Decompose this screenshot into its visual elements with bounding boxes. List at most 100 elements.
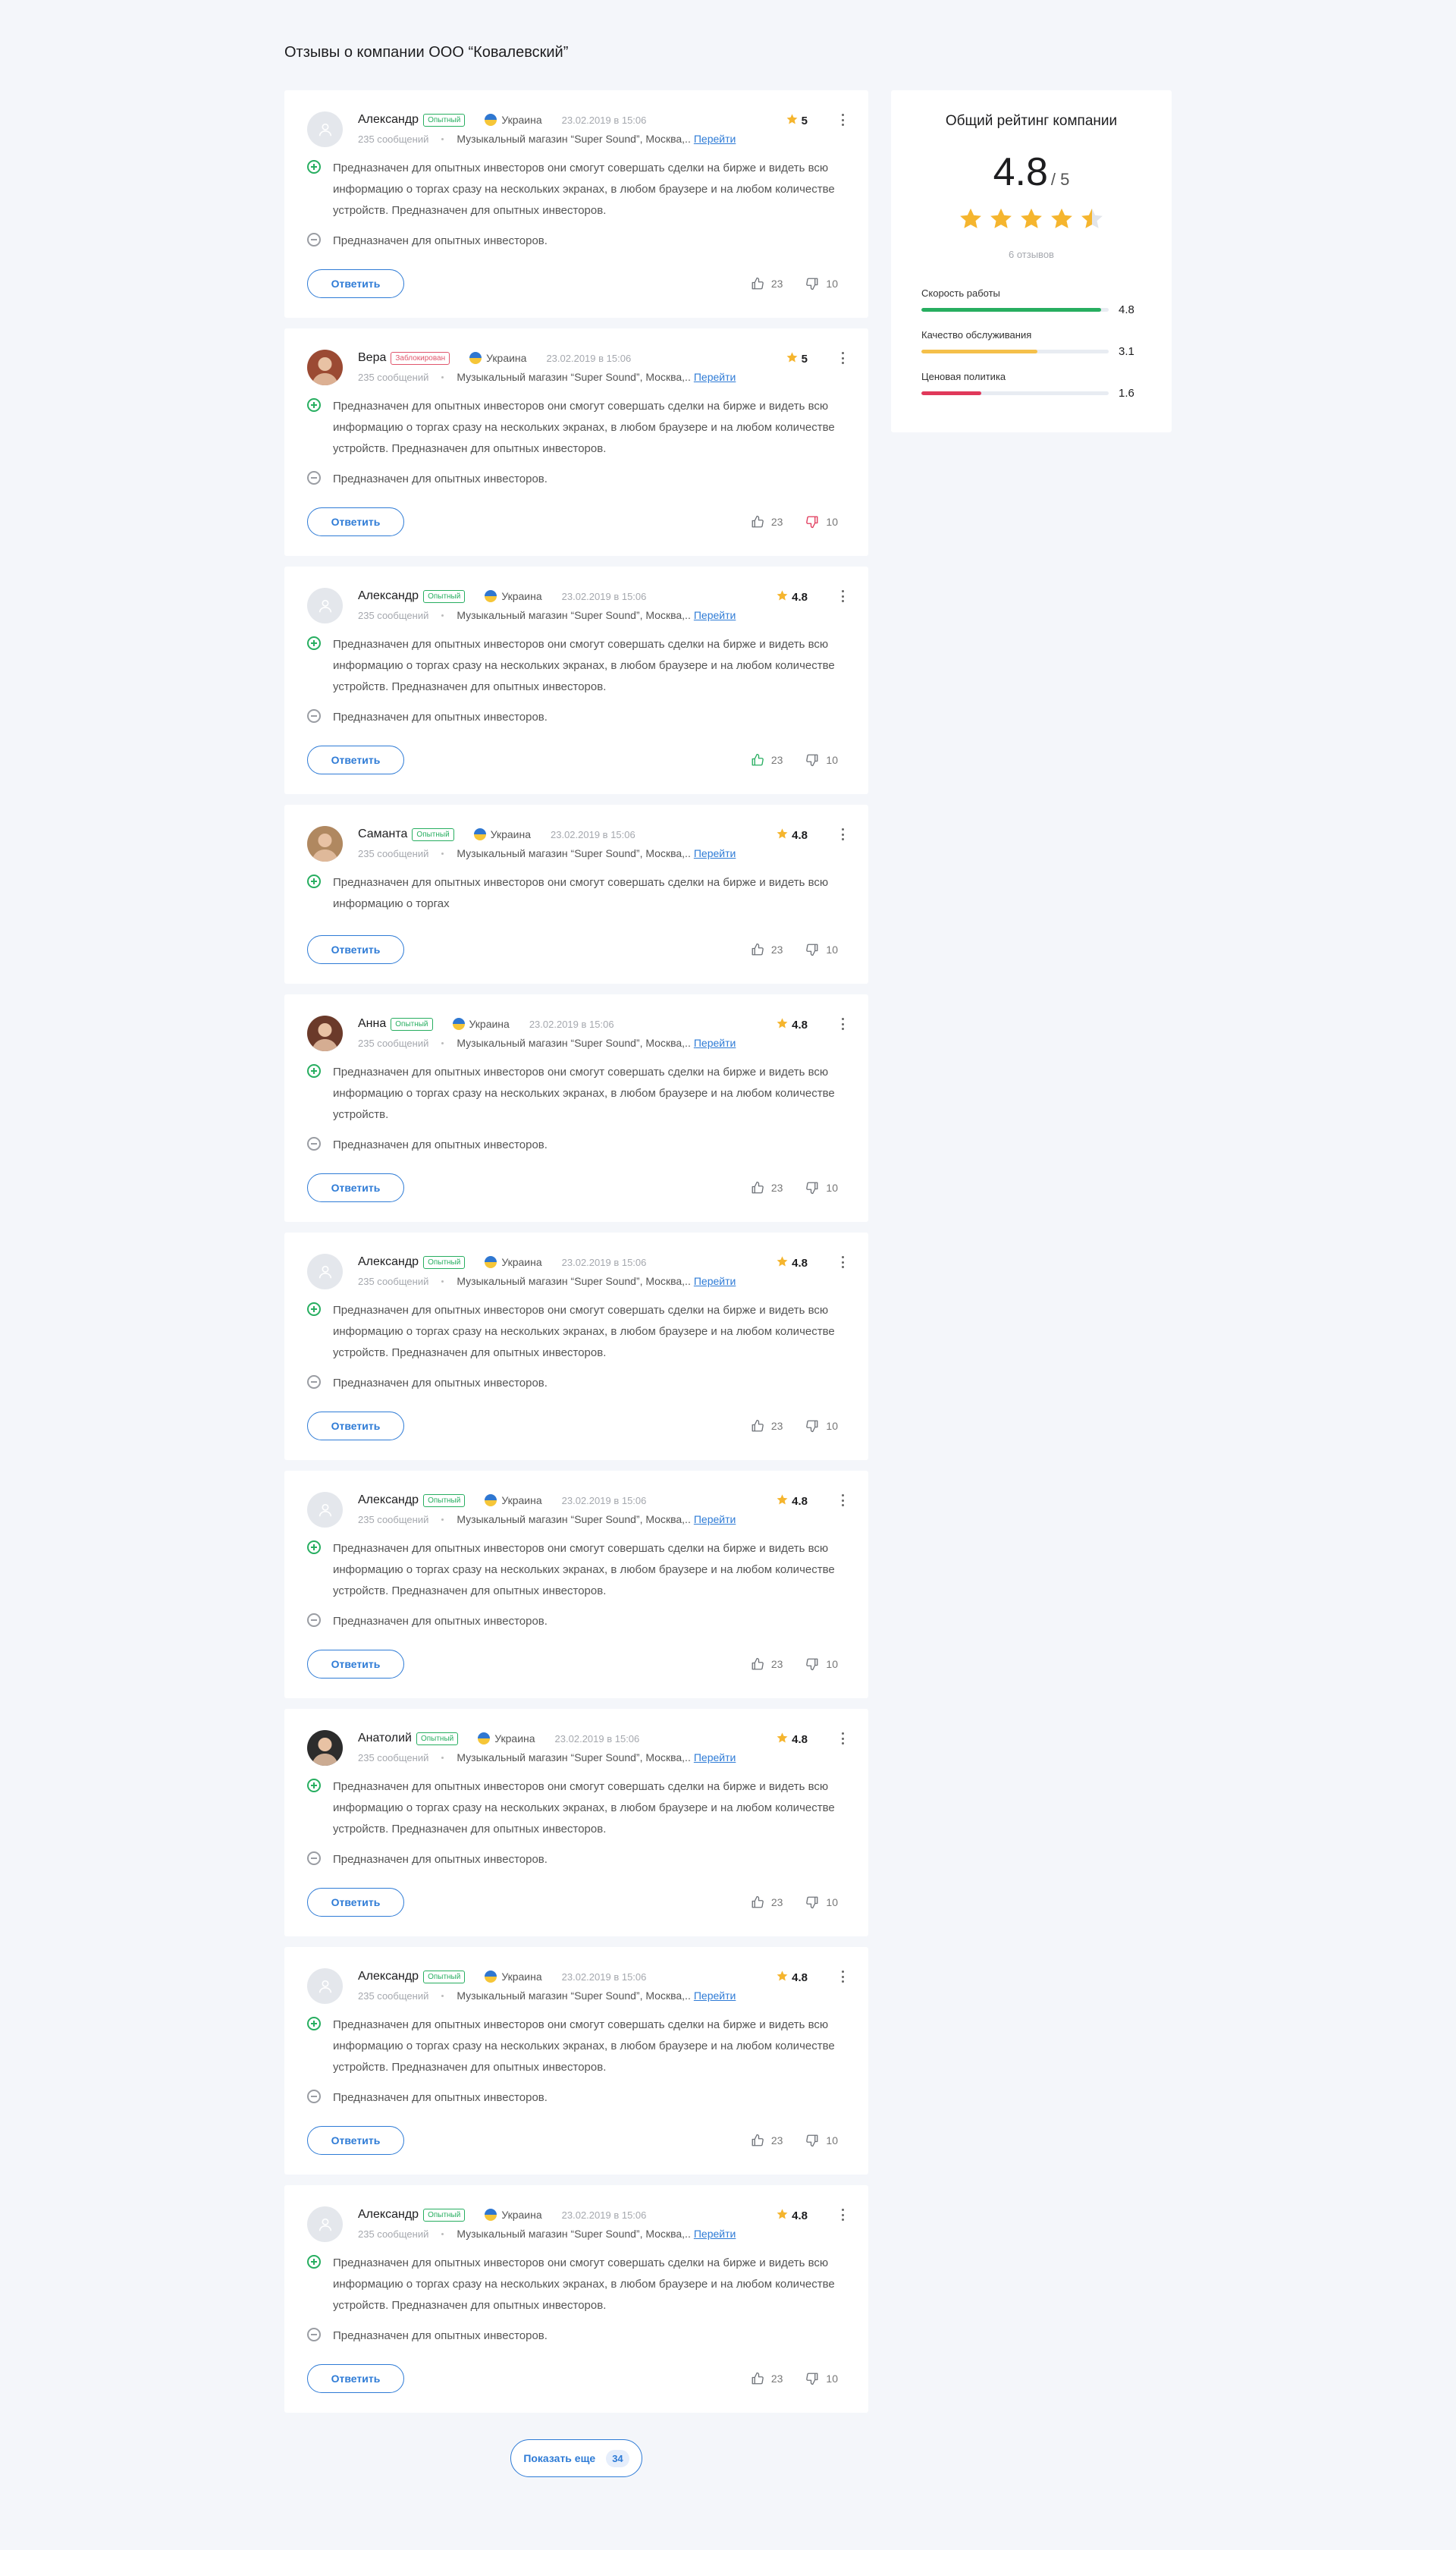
avatar[interactable]	[307, 1730, 343, 1766]
review-card: Александр Опытный Украина 23.02.2019 в 15:0…	[284, 2185, 868, 2413]
dislike-button[interactable]: 10	[805, 1419, 838, 1433]
dislike-button[interactable]: 10	[805, 1657, 838, 1671]
reply-button[interactable]: Ответить	[307, 935, 404, 964]
avatar[interactable]	[307, 588, 343, 623]
reply-button[interactable]: Ответить	[307, 2126, 404, 2155]
thumbs-up-icon	[751, 2134, 764, 2147]
avatar[interactable]	[307, 111, 343, 147]
avatar[interactable]	[307, 2206, 343, 2242]
go-to-shop-link[interactable]: Перейти	[694, 1275, 736, 1287]
message-count: 235 сообщений	[358, 133, 429, 145]
reviewer-name[interactable]: Александр	[358, 1970, 419, 1983]
reply-button[interactable]: Ответить	[307, 507, 404, 536]
like-count: 23	[770, 1896, 783, 1908]
more-options-icon[interactable]	[838, 350, 847, 366]
shop-name: Музыкальный магазин “Super Sound”, Москв…	[457, 1037, 691, 1049]
message-count: 235 сообщений	[358, 1989, 429, 2002]
reply-button[interactable]: Ответить	[307, 1173, 404, 1202]
go-to-shop-link[interactable]: Перейти	[694, 1751, 736, 1763]
go-to-shop-link[interactable]: Перейти	[694, 1513, 736, 1525]
reviewer-name[interactable]: Александр	[358, 1493, 419, 1507]
more-options-icon[interactable]	[838, 1731, 847, 1746]
go-to-shop-link[interactable]: Перейти	[694, 1989, 736, 2002]
summary-score: 4.8/ 5	[891, 149, 1172, 195]
review-rating-value: 4.8	[792, 1019, 808, 1032]
avatar[interactable]	[307, 1492, 343, 1528]
like-button[interactable]: 23	[751, 515, 783, 529]
star-icon	[776, 1255, 789, 1271]
more-options-icon[interactable]	[838, 112, 847, 127]
avatar[interactable]	[307, 1968, 343, 2004]
like-button[interactable]: 23	[751, 1895, 783, 1909]
more-options-icon[interactable]	[838, 1016, 847, 1032]
star-icon	[776, 1017, 789, 1033]
more-options-icon[interactable]	[838, 1255, 847, 1270]
like-button[interactable]: 23	[751, 1657, 783, 1671]
more-options-icon[interactable]	[838, 827, 847, 842]
metric-progress-bar	[921, 350, 1109, 353]
message-count: 235 сообщений	[358, 1513, 429, 1525]
avatar[interactable]	[307, 826, 343, 862]
show-more-button[interactable]: Показать еще 34	[510, 2439, 642, 2477]
review-rating: 5	[786, 351, 808, 367]
shop-name: Музыкальный магазин “Super Sound”, Москв…	[457, 1513, 691, 1525]
reply-button[interactable]: Ответить	[307, 2364, 404, 2393]
dislike-button[interactable]: 10	[805, 515, 838, 529]
reply-button[interactable]: Ответить	[307, 1888, 404, 1917]
dislike-button[interactable]: 10	[805, 2372, 838, 2385]
reviewer-name[interactable]: Саманта	[358, 827, 407, 841]
reply-button[interactable]: Ответить	[307, 269, 404, 298]
reviewer-name[interactable]: Александр	[358, 113, 419, 127]
like-button[interactable]: 23	[751, 2134, 783, 2147]
reviewer-name[interactable]: Александр	[358, 2208, 419, 2222]
dislike-button[interactable]: 10	[805, 1181, 838, 1195]
reviewer-name[interactable]: Анатолий	[358, 1732, 412, 1745]
like-button[interactable]: 23	[751, 753, 783, 767]
metric-progress-bar	[921, 391, 1109, 395]
more-options-icon[interactable]	[838, 1969, 847, 1984]
go-to-shop-link[interactable]: Перейти	[694, 1037, 736, 1049]
dislike-button[interactable]: 10	[805, 2134, 838, 2147]
ukraine-flag-icon	[485, 114, 497, 126]
avatar[interactable]	[307, 1016, 343, 1051]
go-to-shop-link[interactable]: Перейти	[694, 847, 736, 859]
reviewer-name[interactable]: Вера	[358, 351, 386, 365]
reviewer-name[interactable]: Александр	[358, 1255, 419, 1269]
go-to-shop-link[interactable]: Перейти	[694, 133, 736, 145]
avatar[interactable]	[307, 350, 343, 385]
reply-button[interactable]: Ответить	[307, 746, 404, 774]
reviewer-name[interactable]: Александр	[358, 589, 419, 603]
like-button[interactable]: 23	[751, 943, 783, 956]
reply-button[interactable]: Ответить	[307, 1650, 404, 1679]
dislike-button[interactable]: 10	[805, 753, 838, 767]
message-count: 235 сообщений	[358, 847, 429, 859]
avatar[interactable]	[307, 1254, 343, 1289]
more-options-icon[interactable]	[838, 589, 847, 604]
cons-text: Предназначен для опытных инвесторов.	[333, 2329, 548, 2342]
more-options-icon[interactable]	[838, 2207, 847, 2222]
page-title: Отзывы о компании ООО “Ковалевский”	[284, 44, 569, 61]
like-button[interactable]: 23	[751, 1181, 783, 1195]
more-options-icon[interactable]	[838, 1493, 847, 1508]
minus-circle-icon	[307, 233, 321, 247]
like-button[interactable]: 23	[751, 1419, 783, 1433]
review-card: Александр Опытный Украина 23.02.2019 в 15:0…	[284, 90, 868, 318]
cons-row: Предназначен для опытных инвесторов.	[307, 2325, 838, 2347]
go-to-shop-link[interactable]: Перейти	[694, 371, 736, 383]
metric-progress-fill	[921, 391, 982, 395]
minus-circle-icon	[307, 1375, 321, 1389]
plus-circle-icon	[307, 1064, 321, 1078]
minus-circle-icon	[307, 471, 321, 485]
status-badge: Опытный	[423, 1970, 466, 1983]
dislike-button[interactable]: 10	[805, 943, 838, 956]
go-to-shop-link[interactable]: Перейти	[694, 609, 736, 621]
review-date: 23.02.2019 в 15:06	[561, 1256, 647, 1268]
dislike-button[interactable]: 10	[805, 277, 838, 290]
go-to-shop-link[interactable]: Перейти	[694, 2228, 736, 2240]
dislike-button[interactable]: 10	[805, 1895, 838, 1909]
like-button[interactable]: 23	[751, 2372, 783, 2385]
reviewer-name[interactable]: Анна	[358, 1017, 386, 1031]
shop-name: Музыкальный магазин “Super Sound”, Москв…	[457, 371, 691, 383]
reply-button[interactable]: Ответить	[307, 1412, 404, 1440]
like-button[interactable]: 23	[751, 277, 783, 290]
